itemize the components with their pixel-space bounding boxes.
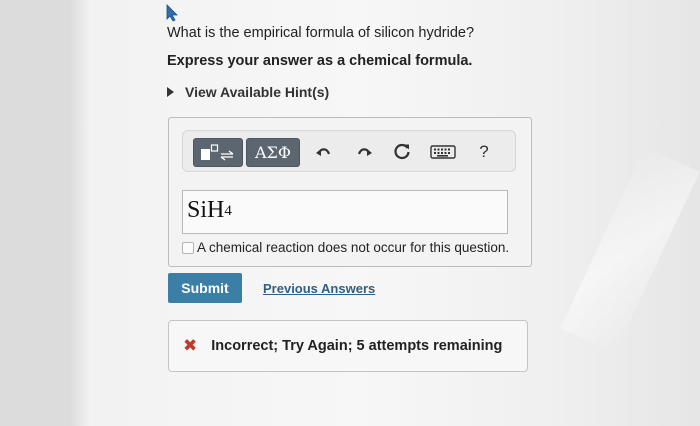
reset-icon [394,143,410,159]
formula-main: SiH [187,197,225,223]
greek-symbols-button[interactable]: ΑΣΦ [246,138,300,167]
keyboard-button[interactable] [428,138,458,165]
question-text: What is the empirical formula of silicon… [167,25,475,41]
feedback-box: ✖ Incorrect; Try Again; 5 attempts remai… [168,320,528,372]
instruction-text: Express your answer as a chemical formul… [167,53,473,69]
no-reaction-checkbox[interactable] [182,241,194,254]
view-hints-link[interactable]: View Available Hint(s) [167,84,329,100]
no-reaction-option[interactable]: A chemical reaction does not occur for t… [182,240,509,255]
view-hints-label: View Available Hint(s) [185,84,330,100]
submit-button[interactable]: Submit [168,273,242,303]
incorrect-x-icon: ✖ [183,336,198,356]
page: What is the empirical formula of silicon… [0,0,700,426]
math-toolbar: ΑΣΦ ? [182,130,516,172]
help-button[interactable]: ? [471,138,497,165]
answer-panel: ΑΣΦ ? SiH 4 A chemical reaction does not… [168,117,532,267]
formula-subscript: 4 [224,203,232,219]
reset-button[interactable] [389,138,415,165]
undo-icon [316,147,331,156]
undo-button[interactable] [311,138,337,165]
previous-answers-link[interactable]: Previous Answers [263,281,375,296]
triangle-right-icon [167,87,174,97]
screen-glare [560,146,700,354]
redo-button[interactable] [351,138,377,165]
no-reaction-label: A chemical reaction does not occur for t… [197,240,510,255]
answer-input[interactable]: SiH 4 [182,190,508,234]
feedback-text: Incorrect; Try Again; 5 attempts remaini… [211,338,503,354]
redo-icon [357,147,372,156]
template-button[interactable] [193,138,243,167]
mouse-cursor-icon [166,4,178,22]
template-icon [201,143,234,161]
keyboard-icon [430,144,456,159]
